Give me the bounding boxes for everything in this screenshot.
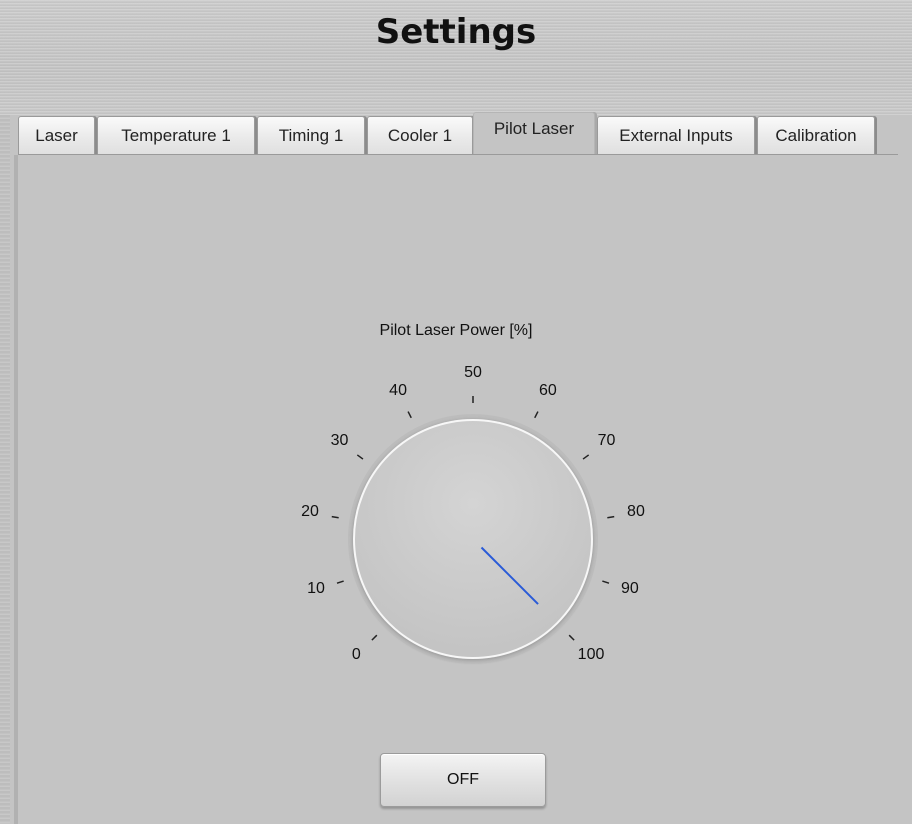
knob-face[interactable] (353, 419, 593, 659)
scale-label: 0 (351, 645, 361, 663)
scale-label: 50 (464, 364, 482, 381)
pilot-laser-power-knob[interactable] (0, 0, 912, 823)
scale-label: 100 (577, 645, 605, 663)
scale-label: 30 (330, 432, 349, 449)
scale-label: 60 (539, 381, 557, 399)
scale-label: 20 (301, 503, 319, 521)
scale-tick (331, 515, 339, 519)
scale-label: 40 (389, 381, 407, 399)
scale-tick (407, 411, 412, 419)
scale-label: 80 (627, 503, 645, 521)
scale-label: 90 (621, 579, 639, 597)
scale-tick (602, 580, 610, 584)
pilot-laser-off-button[interactable]: OFF (380, 753, 546, 807)
scale-label: 70 (597, 432, 616, 449)
scale-tick (336, 580, 344, 584)
scale-tick (607, 515, 615, 519)
off-button-label: OFF (447, 771, 479, 788)
scale-tick (534, 411, 539, 419)
scale-label: 10 (307, 579, 325, 597)
scale-tick (356, 454, 364, 460)
scale-tick (582, 454, 590, 460)
scale-tick (568, 634, 575, 641)
scale-tick (371, 634, 378, 641)
